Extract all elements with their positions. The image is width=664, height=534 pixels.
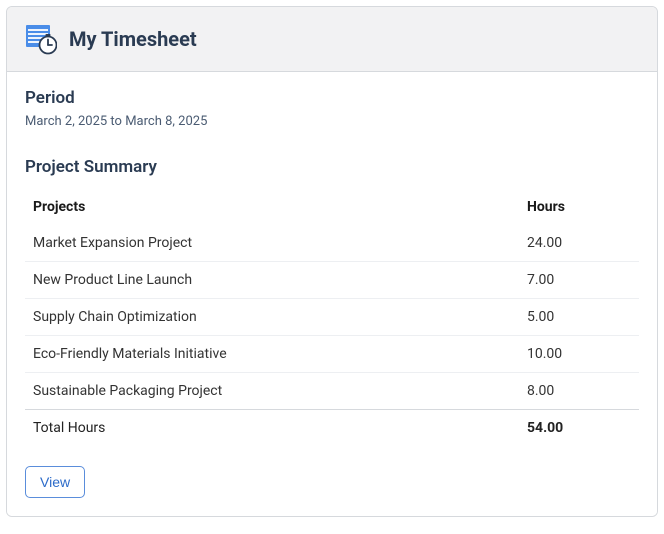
table-row: Eco-Friendly Materials Initiative 10.00	[25, 336, 639, 373]
col-hours: Hours	[519, 189, 639, 225]
card-title: My Timesheet	[69, 27, 197, 51]
period-heading: Period	[25, 88, 639, 108]
card-header: My Timesheet	[7, 7, 657, 72]
card-body: Period March 2, 2025 to March 8, 2025 Pr…	[7, 72, 657, 516]
hours-cell: 5.00	[519, 299, 639, 336]
project-cell: Eco-Friendly Materials Initiative	[25, 336, 519, 373]
col-projects: Projects	[25, 189, 519, 225]
total-hours: 54.00	[519, 410, 639, 447]
project-cell: Market Expansion Project	[25, 225, 519, 262]
hours-cell: 8.00	[519, 373, 639, 410]
timesheet-icon	[25, 23, 57, 55]
hours-cell: 7.00	[519, 262, 639, 299]
view-button[interactable]: View	[25, 466, 85, 498]
actions-bar: View	[25, 466, 639, 498]
summary-heading: Project Summary	[25, 157, 639, 177]
timesheet-card: My Timesheet Period March 2, 2025 to Mar…	[6, 6, 658, 517]
project-cell: Supply Chain Optimization	[25, 299, 519, 336]
period-text: March 2, 2025 to March 8, 2025	[25, 114, 639, 129]
table-row: Supply Chain Optimization 5.00	[25, 299, 639, 336]
total-row: Total Hours 54.00	[25, 410, 639, 447]
hours-cell: 24.00	[519, 225, 639, 262]
summary-table: Projects Hours Market Expansion Project …	[25, 189, 639, 446]
table-row: New Product Line Launch 7.00	[25, 262, 639, 299]
total-label: Total Hours	[25, 410, 519, 447]
table-row: Sustainable Packaging Project 8.00	[25, 373, 639, 410]
hours-cell: 10.00	[519, 336, 639, 373]
table-row: Market Expansion Project 24.00	[25, 225, 639, 262]
project-cell: New Product Line Launch	[25, 262, 519, 299]
project-cell: Sustainable Packaging Project	[25, 373, 519, 410]
